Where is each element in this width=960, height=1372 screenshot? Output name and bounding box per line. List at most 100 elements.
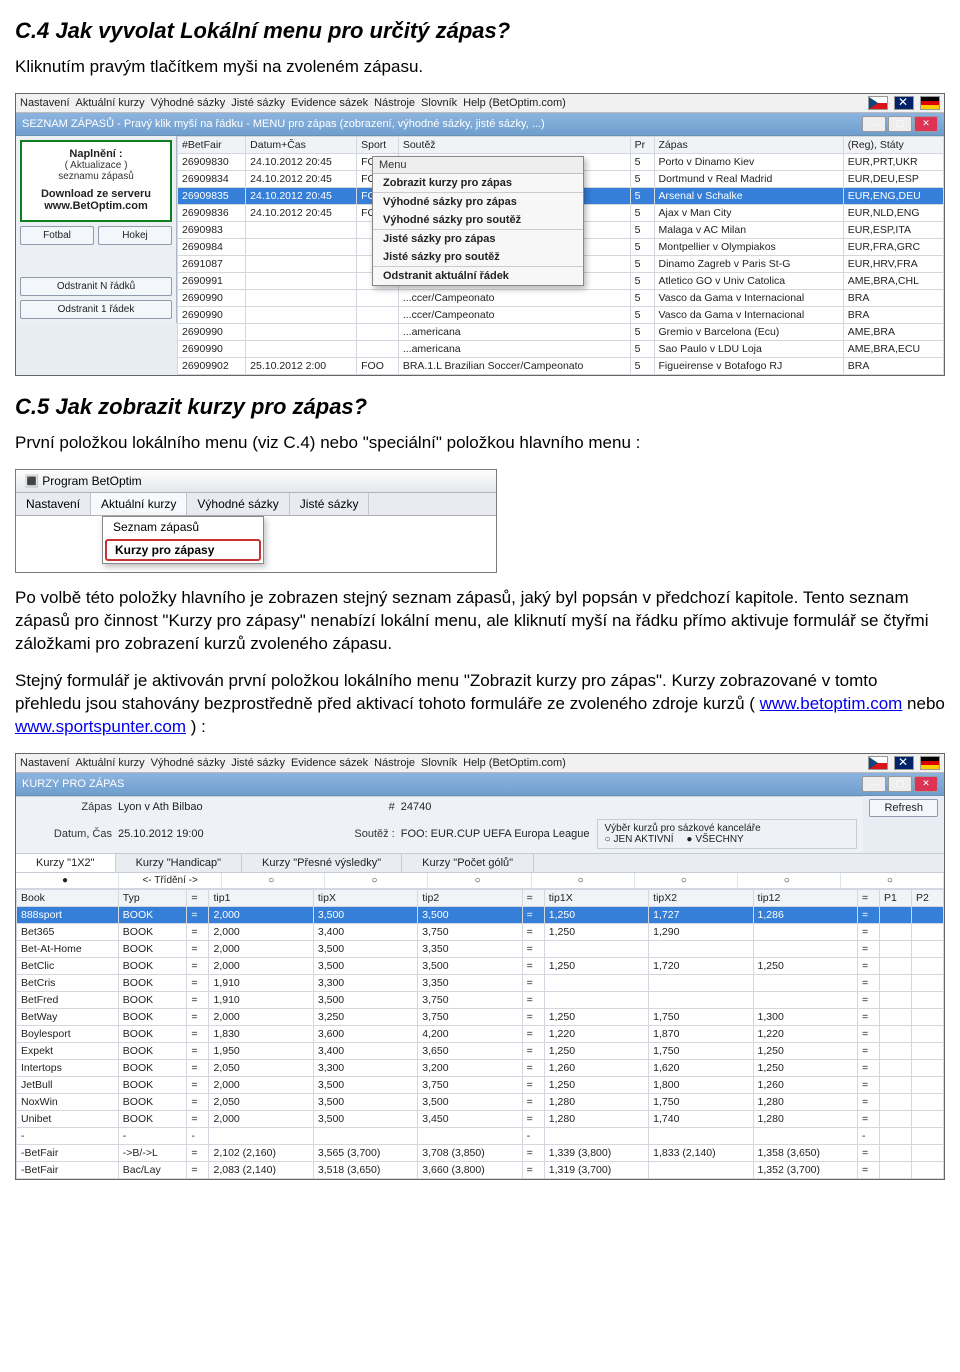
flag-de-icon[interactable] [920, 96, 940, 110]
sort-radio[interactable] [635, 873, 738, 888]
sort-radio[interactable] [738, 873, 841, 888]
table-row[interactable]: NoxWinBOOK=2,0503,5003,500=1,2801,7501,2… [17, 1093, 944, 1110]
col-header[interactable]: Pr [630, 136, 654, 153]
table-row[interactable]: 2690990225.10.2012 2:00FOOBRA.1.L Brazil… [178, 357, 944, 374]
table-row[interactable]: -BetFair->B/->L=2,102 (2,160)3,565 (3,70… [17, 1144, 944, 1161]
tab-kurzy-1x2[interactable]: Kurzy "1X2" [16, 854, 116, 872]
main-tab[interactable]: Výhodné sázky [187, 493, 289, 515]
tab-kurzy-presne[interactable]: Kurzy "Přesné výsledky" [242, 854, 402, 872]
flag-de-icon[interactable] [920, 756, 940, 770]
col-header[interactable]: tipX [313, 889, 417, 906]
minimize-icon[interactable]: — [862, 116, 886, 132]
col-header[interactable]: P1 [880, 889, 912, 906]
menu-item[interactable]: Aktuální kurzy [76, 757, 145, 769]
col-header[interactable]: tip1X [544, 889, 648, 906]
flag-gb-icon[interactable] [894, 756, 914, 770]
close-icon[interactable]: ✕ [914, 776, 938, 792]
table-row[interactable]: 2690990...americana5Gremio v Barcelona (… [178, 323, 944, 340]
maximize-icon[interactable]: ▢ [888, 116, 912, 132]
sort-radio[interactable] [532, 873, 635, 888]
table-row[interactable]: BetFredBOOK=1,9103,5003,750== [17, 991, 944, 1008]
dd-item-seznam[interactable]: Seznam zápasů [103, 517, 263, 537]
menu-item[interactable]: Nastavení [20, 97, 70, 109]
col-header[interactable]: Datum+Čas [246, 136, 357, 153]
refresh-button[interactable]: Refresh [869, 799, 938, 817]
ctx-item-profit-match[interactable]: Výhodné sázky pro zápas [373, 192, 583, 211]
table-row[interactable]: IntertopsBOOK=2,0503,3003,200=1,2601,620… [17, 1059, 944, 1076]
maximize-icon[interactable]: ▢ [888, 776, 912, 792]
col-header[interactable]: tip2 [418, 889, 522, 906]
table-row[interactable]: JetBullBOOK=2,0003,5003,750=1,2501,8001,… [17, 1076, 944, 1093]
col-header[interactable]: Sport [357, 136, 399, 153]
col-header[interactable]: #BetFair [178, 136, 246, 153]
table-row[interactable]: 888sportBOOK=2,0003,5003,500=1,2501,7271… [17, 906, 944, 923]
table-row[interactable]: 2690990...americana5Sao Paulo v LDU Loja… [178, 340, 944, 357]
sort-radio[interactable] [428, 873, 531, 888]
table-row[interactable]: 2690990...ccer/Campeonato5Vasco da Gama … [178, 289, 944, 306]
link-betoptim[interactable]: www.betoptim.com [760, 694, 903, 713]
ctx-item-show-odds[interactable]: Zobrazit kurzy pro zápas [373, 174, 583, 192]
tab-kurzy-handicap[interactable]: Kurzy "Handicap" [116, 854, 242, 872]
tab-kurzy-goly[interactable]: Kurzy "Počet gólů" [402, 854, 534, 872]
menu-item[interactable]: Výhodné sázky [151, 757, 226, 769]
minimize-icon[interactable]: — [862, 776, 886, 792]
menu-item[interactable]: Aktuální kurzy [76, 97, 145, 109]
button-hokej[interactable]: Hokej [98, 226, 172, 245]
sort-radio[interactable] [841, 873, 944, 888]
col-header[interactable]: Book [17, 889, 119, 906]
menu-item[interactable]: Výhodné sázky [151, 97, 226, 109]
col-header[interactable]: Zápas [654, 136, 843, 153]
menu-item[interactable]: Evidence sázek [291, 757, 368, 769]
col-header[interactable]: = [522, 889, 544, 906]
button-remove-n[interactable]: Odstranit N řádků [20, 277, 172, 296]
table-row[interactable]: BetCrisBOOK=1,9103,3003,350== [17, 974, 944, 991]
flag-gb-icon[interactable] [894, 96, 914, 110]
col-header[interactable]: Typ [118, 889, 187, 906]
ctx-item-remove-row[interactable]: Odstranit aktuální řádek [373, 266, 583, 285]
ctx-item-profit-league[interactable]: Výhodné sázky pro soutěž [373, 211, 583, 229]
table-row[interactable]: BoylesportBOOK=1,8303,6004,200=1,2201,87… [17, 1025, 944, 1042]
close-icon[interactable]: ✕ [914, 116, 938, 132]
table-row[interactable]: -BetFairBac/Lay=2,083 (2,140)3,518 (3,65… [17, 1161, 944, 1178]
menu-item[interactable]: Slovník [421, 97, 457, 109]
main-tab[interactable]: Nastavení [16, 493, 91, 515]
col-header[interactable]: = [857, 889, 879, 906]
flag-cz-icon[interactable] [868, 96, 888, 110]
main-tab-active[interactable]: Aktuální kurzy [91, 493, 187, 515]
dd-item-kurzy[interactable]: Kurzy pro zápasy [105, 539, 261, 561]
col-header[interactable]: tip12 [753, 889, 857, 906]
main-tab[interactable]: Jisté sázky [290, 493, 370, 515]
table-row[interactable]: ExpektBOOK=1,9503,4003,650=1,2501,7501,2… [17, 1042, 944, 1059]
menu-item[interactable]: Help (BetOptim.com) [463, 97, 566, 109]
flag-cz-icon[interactable] [868, 756, 888, 770]
ctx-item-sure-league[interactable]: Jisté sázky pro soutěž [373, 248, 583, 266]
table-row[interactable]: ----- [17, 1127, 944, 1144]
button-fotbal[interactable]: Fotbal [20, 226, 94, 245]
menu-item[interactable]: Slovník [421, 757, 457, 769]
sort-radio[interactable] [222, 873, 325, 888]
table-row[interactable]: UnibetBOOK=2,0003,5003,450=1,2801,7401,2… [17, 1110, 944, 1127]
menu-item[interactable]: Jisté sázky [231, 97, 285, 109]
button-remove-1[interactable]: Odstranit 1 řádek [20, 300, 172, 319]
col-header[interactable]: tip1 [209, 889, 313, 906]
menu-item[interactable]: Help (BetOptim.com) [463, 757, 566, 769]
link-sportspunter[interactable]: www.sportspunter.com [15, 717, 186, 736]
col-header[interactable]: Soutěž [398, 136, 630, 153]
menu-item[interactable]: Nástroje [374, 97, 415, 109]
table-row[interactable]: BetWayBOOK=2,0003,2503,750=1,2501,7501,3… [17, 1008, 944, 1025]
sort-radio[interactable] [16, 873, 119, 888]
table-row[interactable]: Bet-At-HomeBOOK=2,0003,5003,350== [17, 940, 944, 957]
sort-radio[interactable] [325, 873, 428, 888]
table-row[interactable]: Bet365BOOK=2,0003,4003,750=1,2501,290= [17, 923, 944, 940]
ctx-item-sure-match[interactable]: Jisté sázky pro zápas [373, 229, 583, 248]
menu-item[interactable]: Nastavení [20, 757, 70, 769]
radio-jen-aktivni[interactable]: JEN AKTIVNÍ [604, 834, 673, 845]
table-row[interactable]: BetClicBOOK=2,0003,5003,500=1,2501,7201,… [17, 957, 944, 974]
col-header[interactable]: (Reg), Státy [843, 136, 943, 153]
col-header[interactable]: = [187, 889, 209, 906]
menu-item[interactable]: Jisté sázky [231, 757, 285, 769]
col-header[interactable]: P2 [911, 889, 943, 906]
radio-vsechny[interactable]: VŠECHNY [686, 834, 743, 845]
col-header[interactable]: tipX2 [649, 889, 753, 906]
menu-item[interactable]: Nástroje [374, 757, 415, 769]
